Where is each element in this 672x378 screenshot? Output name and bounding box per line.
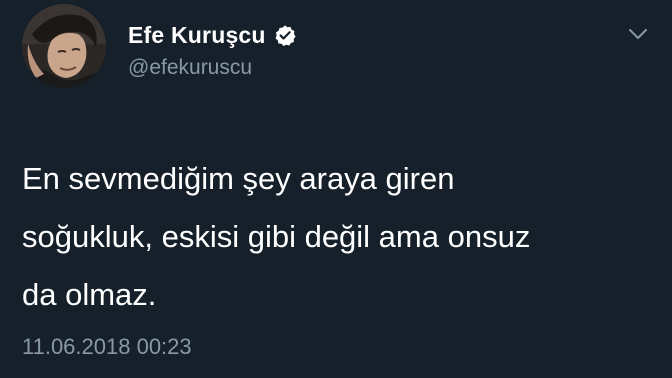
tweet-text-line: da olmaz. <box>22 277 157 312</box>
tweet-card: Efe Kuruşcu @efekuruscu En sevmediğim şe… <box>0 0 672 378</box>
chevron-down-icon[interactable] <box>626 24 650 44</box>
tweet-timestamp[interactable]: 11.06.2018 00:23 <box>22 334 192 360</box>
avatar[interactable] <box>22 4 106 88</box>
tweet-text-line: soğukluk, eskisi gibi değil ama onsuz <box>22 219 531 254</box>
author-name-row[interactable]: Efe Kuruşcu <box>128 20 296 50</box>
display-name[interactable]: Efe Kuruşcu <box>128 22 266 49</box>
author-handle[interactable]: @efekuruscu <box>128 56 252 80</box>
tweet-text: En sevmediğim şey araya giren soğukluk, … <box>22 150 642 324</box>
profile-photo-icon <box>22 4 106 88</box>
verified-badge-icon <box>274 24 296 46</box>
tweet-text-line: En sevmediğim şey araya giren <box>22 161 455 196</box>
